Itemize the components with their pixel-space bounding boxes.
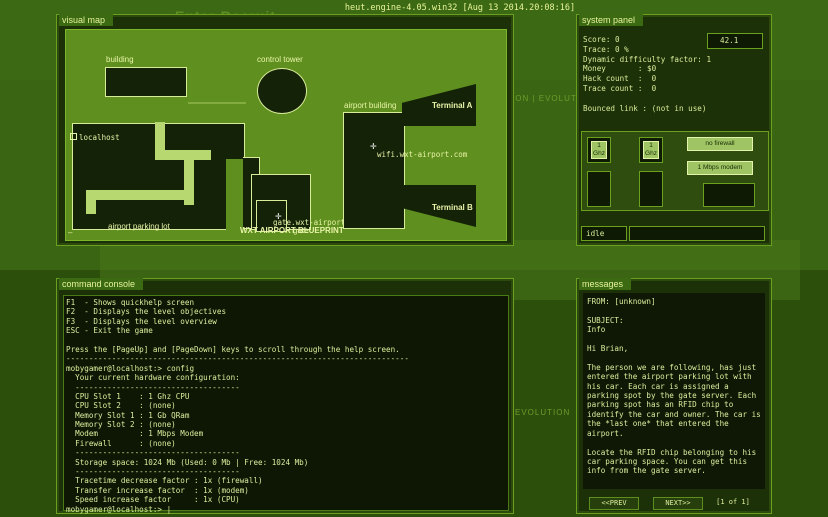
console-line: CPU Slot 1 : 1 Ghz CPU bbox=[66, 391, 190, 401]
message-greeting: Hi Brian, bbox=[587, 344, 629, 354]
terminal-a-label: Terminal A bbox=[432, 101, 473, 110]
system-panel: system panel Score: 0 Trace: 0 % Dynamic d… bbox=[576, 14, 772, 246]
localhost-label[interactable]: localhost bbox=[79, 133, 120, 142]
firewall-slot[interactable]: no firewall bbox=[687, 137, 753, 151]
console-line: Transfer increase factor : 1x (modem) bbox=[66, 485, 249, 495]
walkway-5 bbox=[86, 200, 96, 214]
parking-label: airport parking lot bbox=[108, 222, 170, 231]
message-from: FROM: [unknown] bbox=[587, 297, 656, 306]
command-console-title: command console bbox=[59, 278, 144, 290]
console-line: Modem : 1 Mbps Modem bbox=[66, 429, 204, 439]
score-label: Score: 0 bbox=[583, 35, 620, 44]
messages-panel: messages FROM: [unknown] SUBJECT: Info Hi… bbox=[576, 278, 772, 514]
console-line: Memory Slot 2 : (none) bbox=[66, 420, 176, 430]
message-subject: Info bbox=[587, 325, 606, 335]
map-path bbox=[188, 102, 246, 104]
wifi-node-icon[interactable]: ✛ bbox=[370, 142, 377, 151]
console-line: mobygamer@localhost:> config bbox=[66, 363, 195, 373]
message-body: FROM: [unknown] SUBJECT: Info Hi Brian, T… bbox=[583, 293, 765, 489]
console-line: ----------------------------------------… bbox=[66, 354, 409, 364]
console-line: Your current hardware configuration: bbox=[66, 373, 240, 383]
walkway-3 bbox=[184, 160, 194, 205]
airport-building-label: airport building bbox=[344, 101, 397, 110]
cpu-1-chip[interactable]: 1 Ghz bbox=[591, 141, 607, 159]
system-panel-title: system panel bbox=[579, 14, 644, 26]
console-line: Memory Slot 1 : 1 Gb QRam bbox=[66, 410, 190, 420]
system-stats: Score: 0 Trace: 0 % Dynamic difficulty fac… bbox=[583, 35, 711, 113]
walkway-1 bbox=[155, 122, 165, 160]
memory-slot-1[interactable] bbox=[587, 171, 611, 207]
background-watermark-lower: EVOLUTION bbox=[515, 408, 571, 417]
blueprint-title: WXT AIRPORT BLUEPRINT bbox=[240, 226, 344, 235]
command-console-panel: command console F1 - Shows quickhelp scr… bbox=[56, 278, 514, 514]
memory-slot-2[interactable] bbox=[639, 171, 663, 207]
parking-area-ext bbox=[224, 123, 245, 159]
extra-slot bbox=[703, 183, 755, 207]
control-tower-block bbox=[257, 68, 307, 114]
cpu-2-chip[interactable]: 1 Ghz bbox=[643, 141, 659, 159]
console-line: CPU Slot 2 : (none) bbox=[66, 401, 176, 411]
building-block bbox=[105, 67, 187, 97]
prev-button[interactable]: <<PREV bbox=[589, 497, 639, 510]
modem-slot[interactable]: 1 Mbps modem bbox=[687, 161, 753, 175]
message-paragraph-2: Locate the RFID chip belonging to his ca… bbox=[587, 447, 761, 476]
window-title: heut.engine-4.05.win32 [Aug 13 2014.20:0… bbox=[344, 3, 576, 13]
bounced-link-label: Bounced link : (not in use) bbox=[583, 103, 707, 113]
console-line: ------------------------------------ bbox=[66, 448, 240, 458]
visual-map-panel: visual map building control tower airpor… bbox=[56, 14, 514, 246]
page-indicator: [1 of 1] bbox=[716, 498, 750, 506]
progress-bar bbox=[629, 226, 765, 241]
localhost-node-icon[interactable] bbox=[70, 133, 77, 140]
console-line: F1 - Shows quickhelp screen bbox=[66, 298, 195, 307]
walkway-4 bbox=[86, 190, 184, 200]
console-line: ESC - Exit the game bbox=[66, 326, 153, 336]
console-line: ------------------------------------ bbox=[66, 467, 240, 477]
status-label: idle bbox=[581, 226, 627, 241]
control-tower-label: control tower bbox=[257, 55, 303, 64]
console-line: Storage space: 1024 Mb (Used: 0 Mb | Fre… bbox=[66, 457, 309, 467]
trace-label: Trace: 0 % bbox=[583, 44, 629, 54]
message-paragraph-1: The person we are following, has just en… bbox=[587, 362, 766, 438]
console-output[interactable]: F1 - Shows quickhelp screen F2 - Displays… bbox=[63, 295, 509, 514]
airport-map: building control tower airport parking l… bbox=[65, 29, 507, 241]
trace-count-label: Trace count : 0 bbox=[583, 83, 657, 93]
airport-building-block bbox=[343, 112, 405, 229]
console-line: Tracetime decrease factor : 1x (firewall… bbox=[66, 476, 263, 486]
console-line: mobygamer@localhost:> | bbox=[66, 504, 172, 514]
console-line: Speed increase factor : 1x (CPU) bbox=[66, 495, 240, 505]
console-line: F3 - Displays the level overview bbox=[66, 316, 217, 326]
terminal-b-label: Terminal B bbox=[432, 203, 473, 212]
walkway-2 bbox=[165, 150, 211, 160]
message-subject-label: SUBJECT: bbox=[587, 315, 624, 325]
console-line: F2 - Displays the level objectives bbox=[66, 307, 227, 317]
hack-count-label: Hack count : 0 bbox=[583, 74, 657, 84]
next-button[interactable]: NEXT>> bbox=[653, 497, 703, 510]
console-line: Press the [PageUp] and [PageDown] keys t… bbox=[66, 344, 400, 354]
messages-title: messages bbox=[579, 278, 632, 290]
money-label: Money : $0 bbox=[583, 64, 657, 74]
console-line: ------------------------------------ bbox=[66, 382, 240, 392]
console-lines: F1 - Shows quickhelp screen F2 - Displays… bbox=[66, 298, 409, 514]
wifi-host-label[interactable]: wifi.wxt-airport.com bbox=[377, 150, 467, 159]
difficulty-label: Dynamic difficulty factor: 1 bbox=[583, 54, 712, 64]
score-value: 42.1 bbox=[707, 33, 763, 49]
message-text: FROM: [unknown] SUBJECT: Info Hi Brian, T… bbox=[587, 297, 763, 476]
minimize-icon[interactable]: – bbox=[68, 228, 72, 237]
console-line: Firewall : (none) bbox=[66, 438, 176, 448]
visual-map-title: visual map bbox=[59, 14, 114, 26]
building-label: building bbox=[106, 55, 134, 64]
